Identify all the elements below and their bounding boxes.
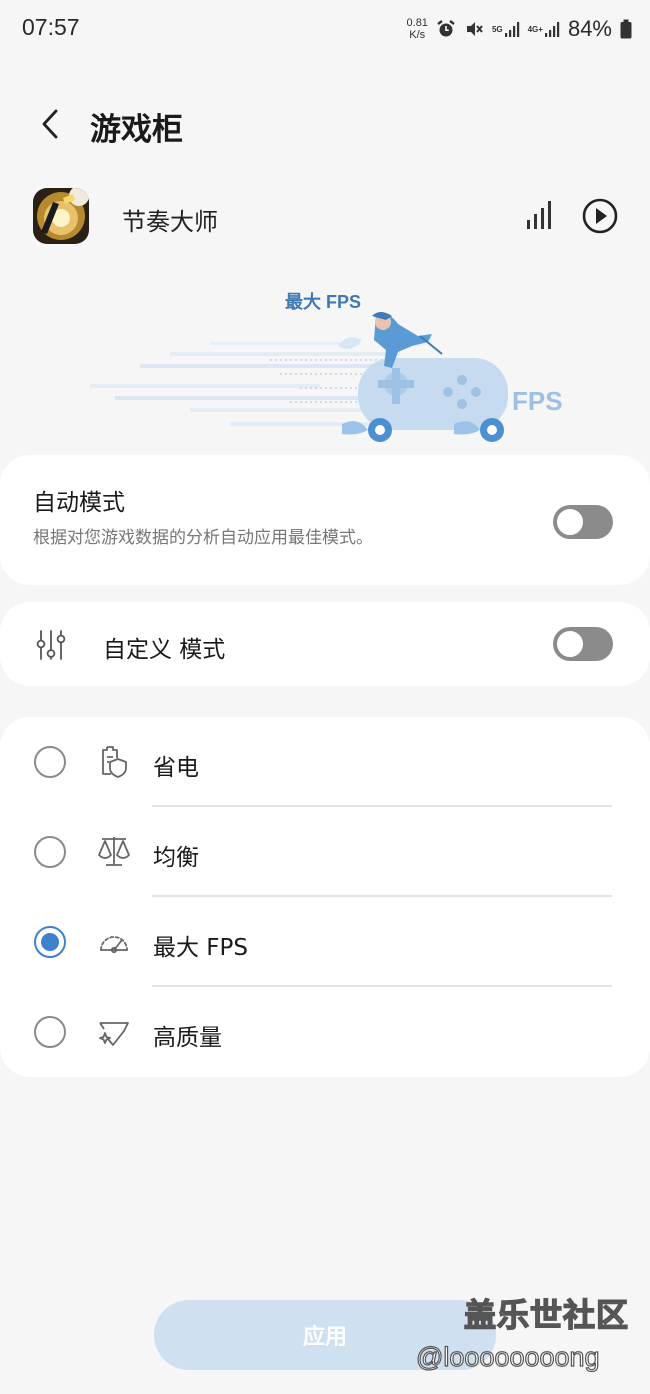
fps-illustration: 最大 FPS FPS (80, 284, 580, 454)
play-circle-icon (582, 198, 618, 234)
back-button[interactable] (30, 104, 70, 144)
chevron-left-icon (42, 109, 58, 139)
label-4g: 4G+ (527, 24, 543, 34)
custom-mode-label: 自定义 模式 (103, 637, 226, 663)
status-time: 07:57 (22, 14, 80, 40)
signal-5g-icon: 5G (492, 20, 520, 38)
toggle-knob (555, 507, 585, 537)
mute-icon (464, 19, 484, 39)
mode-label: 省电 (153, 755, 199, 781)
custom-mode-card: 自定义 模式 (0, 602, 650, 686)
auto-mode-description: 根据对您游戏数据的分析自动应用最佳模式。 (33, 528, 373, 548)
radio-balanced[interactable] (34, 836, 66, 868)
network-speed-value: 0.81 (406, 17, 428, 29)
play-button[interactable] (578, 196, 622, 240)
page-title: 游戏柜 (90, 112, 183, 148)
status-icons: 0.81 K/s 5G 4G+ 84% (407, 12, 632, 46)
balance-scale-icon (96, 833, 132, 869)
watermark-username: @loooooooong (415, 1341, 600, 1372)
radio-power-saving[interactable] (34, 746, 66, 778)
hero-fps-text: FPS (512, 386, 563, 416)
network-speed-unit: K/s (409, 29, 426, 41)
watermark-community: 盖乐世社区 (463, 1295, 630, 1334)
auto-mode-toggle[interactable] (553, 505, 613, 539)
mode-label: 均衡 (153, 845, 199, 871)
radio-high-quality[interactable] (34, 1016, 66, 1048)
network-speed: 0.81 K/s (407, 17, 428, 41)
app-row: 节奏大师 (0, 184, 650, 252)
battery-icon (620, 19, 632, 39)
auto-mode-card: 自动模式 根据对您游戏数据的分析自动应用最佳模式。 (0, 455, 650, 585)
speedometer-icon (96, 923, 132, 959)
custom-mode-toggle[interactable] (553, 627, 613, 661)
radio-max-fps[interactable] (34, 926, 66, 958)
auto-mode-title: 自动模式 (33, 490, 125, 516)
mode-row-high-quality[interactable]: 高质量 (0, 987, 650, 1077)
signal-bars-icon (527, 201, 551, 229)
mode-label: 最大 FPS (153, 935, 249, 961)
mode-row-max-fps[interactable]: 最大 FPS (0, 897, 650, 987)
app-icon[interactable] (33, 188, 89, 244)
apply-label: 应用 (302, 1325, 347, 1350)
label-5g: 5G (491, 24, 503, 34)
battery-shield-icon (96, 743, 132, 779)
diamond-sparkle-icon (96, 1013, 132, 1049)
battery-percent: 84% (567, 16, 612, 41)
alarm-icon (436, 19, 456, 39)
header: 游戏柜 (0, 92, 650, 156)
toggle-knob (555, 629, 585, 659)
performance-button[interactable] (520, 196, 560, 236)
signal-4g-icon: 4G+ (528, 20, 560, 38)
performance-modes-card: 省电 均衡 最大 FPS 高质量 (0, 717, 650, 1077)
app-name: 节奏大师 (122, 208, 218, 236)
mode-row-power-saving[interactable]: 省电 (0, 717, 650, 807)
mode-label: 高质量 (153, 1025, 222, 1051)
sliders-icon (34, 628, 68, 662)
speeding-controller-illustration (90, 312, 510, 442)
status-bar: 07:57 0.81 K/s 5G 4G+ 84% (0, 0, 650, 58)
mode-row-balanced[interactable]: 均衡 (0, 807, 650, 897)
